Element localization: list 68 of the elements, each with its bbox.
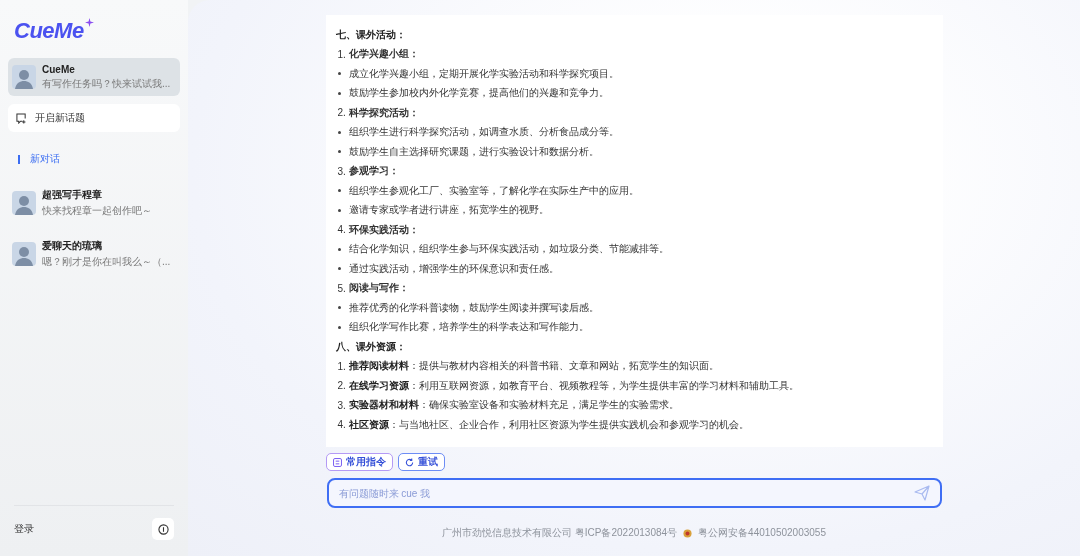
info-icon (157, 523, 169, 535)
login-link[interactable]: 登录 (14, 522, 34, 536)
list-item: 通过实践活动，增强学生的环保意识和责任感。 (348, 261, 559, 276)
chat-item[interactable]: CueMe 有写作任务吗？快来试试我... (8, 58, 180, 96)
list-number: 1. (337, 48, 346, 60)
list-item: 组织学生参观化工厂、实验室等，了解化学在实际生产中的应用。 (348, 183, 639, 198)
list-item: 推荐优秀的化学科普读物，鼓励学生阅读并撰写读后感。 (348, 300, 599, 315)
list-item: 组织学生进行科学探究活动，如调查水质、分析食品成分等。 (348, 125, 619, 140)
new-topic-button[interactable]: 开启新话题 (8, 104, 180, 132)
refresh-icon (404, 457, 414, 467)
list-number: 4. (337, 224, 346, 236)
subheading: 参观学习： (348, 164, 399, 179)
list-item: 在线学习资源：利用互联网资源，如教育平台、视频教程等，为学生提供丰富的学习材料和辅助工具。 (348, 378, 799, 393)
bullet-icon (337, 150, 341, 154)
list-number: 3. (337, 165, 346, 177)
commands-chip[interactable]: 常用指令 (325, 453, 393, 471)
info-button[interactable] (152, 518, 174, 540)
section-label: 新对话 (30, 152, 60, 166)
subheading: 环保实践活动： (348, 222, 419, 237)
chat-name: 超强写手程章 (42, 188, 103, 202)
list-item: 鼓励学生自主选择研究课题，进行实验设计和数据分析。 (348, 144, 599, 159)
logo: CueMe (14, 18, 84, 44)
chat-preview: 有写作任务吗？快来试试我... (42, 77, 171, 90)
chat-preview: 快来找程章一起创作吧～ (42, 204, 152, 217)
list-number: 5. (337, 282, 346, 294)
bullet-icon (337, 267, 341, 271)
retry-chip[interactable]: 重试 (397, 453, 445, 471)
list-item: 实验器材和材料：确保实验室设备和实验材料充足，满足学生的实验需求。 (348, 398, 679, 413)
sparkle-icon (84, 18, 94, 27)
list-item: 成立化学兴趣小组，定期开展化学实验活动和科学探究项目。 (348, 66, 619, 81)
list-item: 鼓励学生参加校内外化学竞赛，提高他们的兴趣和竞争力。 (348, 86, 609, 101)
chat-item[interactable]: 超强写手程章 快来找程章一起创作吧～ (8, 182, 180, 223)
message-input[interactable]: 有问题随时来 cue 我 (326, 478, 942, 508)
avatar-icon (12, 65, 36, 89)
bullet-icon (337, 91, 341, 95)
chat-item[interactable]: 爱聊天的琉璃 嗯？刚才是你在叫我么～（... (8, 233, 180, 274)
bullet-icon (337, 247, 341, 251)
chat-name: CueMe (42, 64, 76, 75)
subheading: 阅读与写作： (348, 281, 409, 296)
list-item: 推荐阅读材料：提供与教材内容相关的科普书籍、文章和网站，拓宽学生的知识面。 (348, 359, 719, 374)
bullet-icon (337, 325, 341, 329)
bullet-icon (337, 72, 341, 76)
bullet-icon (337, 130, 341, 134)
avatar-icon (12, 241, 36, 266)
list-item: 社区资源：与当地社区、企业合作，利用社区资源为学生提供实践机会和参观学习的机会。 (348, 417, 749, 432)
command-icon (332, 457, 342, 467)
bullet-icon (337, 189, 341, 193)
avatar-icon (12, 190, 36, 215)
list-number: 2. (337, 107, 346, 119)
list-number: 3. (337, 399, 346, 411)
section-heading: 七、课外活动： (335, 27, 406, 42)
chat-name: 爱聊天的琉璃 (42, 239, 103, 253)
list-item: 结合化学知识，组织学生参与环保实践活动，如垃圾分类、节能减排等。 (348, 242, 669, 257)
footer-text: 广州市劲悦信息技术有限公司 粤ICP备2022013084号 (442, 526, 678, 540)
section-heading: 八、课外资源： (335, 339, 406, 354)
bullet-icon (337, 208, 341, 212)
subheading: 科学探究活动： (348, 105, 419, 120)
list-number: 2. (337, 380, 346, 392)
bullet-icon (337, 306, 341, 310)
subheading: 化学兴趣小组： (348, 47, 419, 62)
list-number: 1. (337, 360, 346, 372)
badge-icon (683, 528, 693, 538)
list-item: 组织化学写作比赛，培养学生的科学表达和写作能力。 (348, 320, 589, 335)
list-number: 4. (337, 419, 346, 431)
chat-preview: 嗯？刚才是你在叫我么～（... (42, 255, 171, 268)
new-chat-icon (16, 112, 27, 124)
footer-text: 粤公网安备44010502003055 (698, 526, 826, 540)
list-item: 邀请专家或学者进行讲座，拓宽学生的视野。 (348, 203, 549, 218)
